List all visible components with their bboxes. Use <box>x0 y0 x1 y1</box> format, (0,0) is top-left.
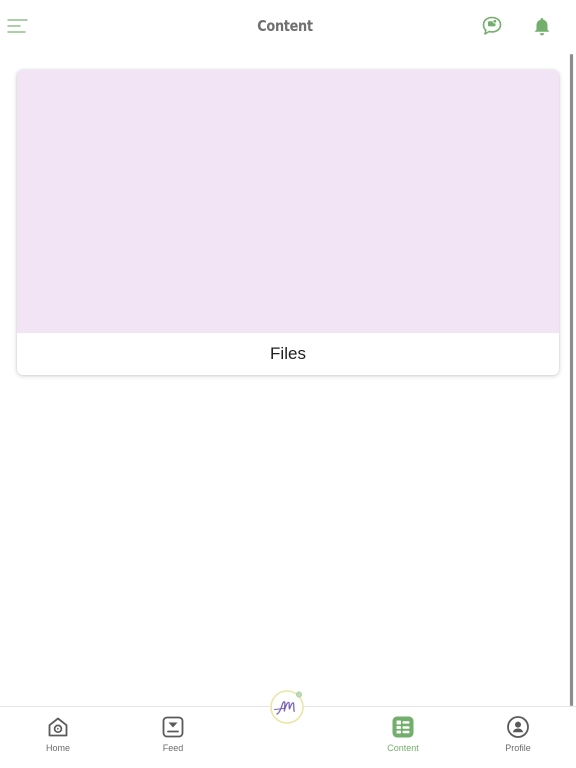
app-logo-button[interactable] <box>268 688 306 726</box>
feed-icon <box>162 716 184 738</box>
chat-button[interactable] <box>481 15 503 37</box>
files-card-label: Files <box>270 344 306 363</box>
profile-icon <box>507 716 529 738</box>
scrollbar-thumb[interactable] <box>570 54 573 706</box>
top-app-bar: Content <box>0 0 570 54</box>
home-icon <box>48 717 68 737</box>
chat-bubble-icon <box>482 16 502 35</box>
files-card[interactable]: Files <box>17 70 559 375</box>
nav-content-label: Content <box>387 743 419 753</box>
nav-profile[interactable]: Profile <box>478 715 558 765</box>
hamburger-menu-icon <box>7 19 28 33</box>
app-screen: Content Files Home Feed Content Profile <box>0 0 576 768</box>
nav-home-label: Home <box>45 743 70 753</box>
nav-home[interactable]: Home <box>18 715 98 765</box>
page-title: Content <box>257 17 313 35</box>
nav-profile-label: Profile <box>505 743 531 753</box>
nav-content[interactable]: Content <box>363 715 443 765</box>
nav-feed-label: Feed <box>162 743 184 753</box>
menu-button[interactable] <box>6 16 28 36</box>
bell-icon <box>534 18 550 36</box>
app-logo-icon <box>270 690 304 724</box>
notifications-button[interactable] <box>531 15 553 37</box>
content-icon <box>392 716 414 738</box>
files-card-image <box>17 70 559 333</box>
nav-feed[interactable]: Feed <box>133 715 213 765</box>
